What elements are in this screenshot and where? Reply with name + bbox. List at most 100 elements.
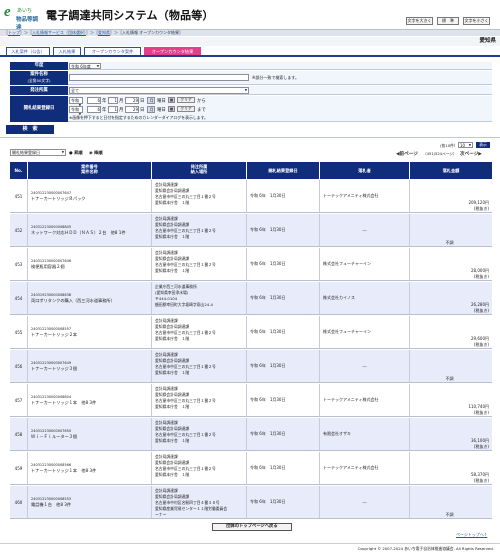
tab-nyusatsu-anken[interactable]: 入札案件（公告） bbox=[6, 47, 50, 55]
anken-name-link[interactable]: Ｗｉ－Ｆｉルーター３個 bbox=[31, 434, 77, 440]
year-label: 年度 bbox=[10, 62, 68, 70]
cell-hatchu: 会計局調達課 愛知県会計局調達課 名古屋市中区三の丸三丁目１番２号 愛知県本庁舎 １階 bbox=[152, 384, 247, 417]
tab-open-counter-kekka[interactable]: オープンカウンタ結果 bbox=[144, 47, 201, 55]
th-date: 開札結果登録日 bbox=[247, 162, 320, 179]
sort-desc-radio[interactable]: ◉ 降順 bbox=[89, 150, 103, 156]
cell-date: 令和 6年 1月30日 bbox=[247, 180, 320, 212]
cell-date: 令和 6年 1月30日 bbox=[247, 384, 320, 416]
site-logo[interactable]: e あいち 物品等調達 bbox=[4, 5, 42, 32]
name-input[interactable] bbox=[69, 74, 249, 81]
anken-number: 240319230000008638 bbox=[31, 292, 72, 297]
search-button[interactable]: 検 索 bbox=[6, 125, 54, 134]
cell-price: 36,100円 (税抜き) bbox=[410, 418, 492, 450]
th-winner: 落札者 bbox=[320, 162, 410, 179]
cell-date: 令和 6年 1月30日 bbox=[247, 282, 320, 314]
to-clear-button[interactable]: クリア bbox=[177, 106, 195, 112]
cell-price: 不調 bbox=[410, 486, 492, 518]
tab-open-counter-anken[interactable]: オープンカウンタ案件 bbox=[84, 47, 141, 55]
tax-note: (税抜き) bbox=[473, 206, 489, 211]
cell-hatchu: 会計局調達課 愛知県会計局調達課 名古屋市中区三の丸三丁目１番２号 愛知県本庁舎 １階 bbox=[152, 418, 247, 451]
anken-name-link[interactable]: ネットワーク対応ＨＤＤ（ＮＡＳ）２台 他8 1件 bbox=[31, 230, 126, 236]
rakusatsu-kingaku: 不調 bbox=[445, 240, 454, 245]
anken-name-link[interactable]: トナーカートリッジＢパック bbox=[31, 196, 85, 202]
rakusatsu-sha: 株式会社カイノス bbox=[323, 295, 355, 300]
page-top-link[interactable]: ページトップへ↑ bbox=[456, 532, 487, 538]
next-page-label: 次ページ bbox=[460, 152, 479, 157]
to-month-input[interactable]: 1 bbox=[108, 106, 118, 113]
cell-no: 458 bbox=[10, 418, 28, 450]
per-page-button[interactable]: 表示 bbox=[476, 142, 490, 148]
to-year-unit: 年 bbox=[102, 108, 107, 113]
rakusatsu-kingaku: 不調 bbox=[445, 376, 454, 381]
cell-anken: 240312230000007649 トナーカートリッジ３個 bbox=[28, 350, 152, 382]
from-month-input[interactable]: 1 bbox=[108, 97, 118, 104]
to-day-input[interactable]: 29 bbox=[125, 106, 139, 113]
cell-anken: 240312230000008566 トナーカートリッジ１本 他8 3件 bbox=[28, 452, 152, 484]
kaisatsu-date: 令和 6年 1月30日 bbox=[250, 227, 286, 232]
anken-name-link[interactable]: トナーカートリッジ３個 bbox=[31, 366, 77, 372]
breadcrumb-top[interactable]: トップ bbox=[8, 30, 20, 35]
kaisatsu-date: 令和 6年 1月30日 bbox=[250, 363, 286, 368]
cell-hatchu: 会計局調達課 愛知県会計局調達課 名古屋市中区三の丸三丁目１番２号 愛知県本庁舎 １階 bbox=[152, 316, 247, 349]
hatchu-line: ーナー bbox=[155, 512, 167, 517]
from-clear-button[interactable]: クリア bbox=[177, 97, 195, 103]
anken-number: 240312230000008553 bbox=[31, 496, 72, 501]
anken-name-link[interactable]: 電話機１台 他8 3件 bbox=[31, 502, 71, 508]
to-era-select[interactable]: 令和 bbox=[69, 106, 83, 113]
font-small-button[interactable]: 文字を小さく bbox=[463, 17, 490, 25]
font-standard-button[interactable]: 標 準 bbox=[437, 17, 459, 25]
next-page-link[interactable]: 次ページ▶ bbox=[460, 151, 482, 157]
kaisatsu-date: 令和 6年 1月30日 bbox=[250, 329, 286, 334]
cell-date: 令和 6年 1月30日 bbox=[247, 486, 320, 518]
from-day-unit: 日 bbox=[140, 99, 145, 104]
from-sep: から bbox=[197, 99, 206, 104]
to-year-input[interactable]: 6 bbox=[87, 106, 101, 113]
year-select[interactable]: 令和 6年度 bbox=[69, 62, 101, 69]
kaisatsu-date: 令和 6年 1月30日 bbox=[250, 261, 286, 266]
row-no: 457 bbox=[14, 397, 23, 403]
table-row: 456 240312230000007649 トナーカートリッジ３個 会計局調達課 愛知… bbox=[10, 350, 492, 383]
per-page-total: (各10件） bbox=[440, 143, 458, 148]
font-large-button[interactable]: 文字を大きく bbox=[406, 17, 433, 25]
from-era-select[interactable]: 令和 bbox=[69, 97, 83, 104]
prev-page-link[interactable]: ◀前ページ bbox=[396, 151, 418, 157]
rakusatsu-kingaku: 不調 bbox=[445, 512, 454, 517]
per-page-select[interactable]: 10 bbox=[458, 142, 473, 148]
dept-select[interactable]: 全て bbox=[69, 87, 249, 94]
sort-field-select[interactable]: 開札結果登録日 bbox=[10, 149, 66, 156]
anken-name-link[interactable]: トナーカートリッジ１本 他8 3件 bbox=[31, 400, 96, 406]
breadcrumb-service[interactable]: 入札情報サービス（団体選択） bbox=[32, 30, 86, 35]
th-anken: 案件番号 案件名称 bbox=[28, 162, 152, 179]
cell-anken: 240312230000007647 トナーカートリッジＢパック bbox=[28, 180, 152, 212]
hatchu-line: 愛知県本庁舎 １階 bbox=[155, 370, 190, 375]
kaisatsu-date: 令和 6年 1月30日 bbox=[250, 431, 286, 436]
anken-name-link[interactable]: トナーカートリッジ１本 他8 3件 bbox=[31, 468, 96, 474]
hatchu-line: 愛知県本庁舎 １階 bbox=[155, 234, 190, 239]
from-day-input[interactable]: 29 bbox=[125, 97, 139, 104]
rakusatsu-sha: --- bbox=[362, 363, 367, 369]
to-sep: まで bbox=[197, 108, 206, 113]
sort-asc-radio[interactable]: ● 昇順 bbox=[69, 150, 83, 156]
anken-name-link[interactable]: 両口ポリタンクの購入（西三河水道事務所） bbox=[31, 298, 115, 304]
row-no: 451 bbox=[14, 193, 23, 199]
anken-number: 240312230000007647 bbox=[31, 190, 72, 195]
to-calendar-icon[interactable]: ▦ bbox=[168, 106, 175, 112]
anken-number: 240312230000008557 bbox=[31, 326, 72, 331]
name-hint: ※部分一致で検索します。 bbox=[252, 75, 299, 80]
from-calendar-icon[interactable]: ▦ bbox=[168, 97, 175, 103]
anken-name-link[interactable]: 検便瓶用容器２個 bbox=[31, 264, 65, 270]
page-top-label: ページトップへ bbox=[456, 532, 484, 537]
anken-name-link[interactable]: トナーカートリッジ２本 bbox=[31, 332, 77, 338]
tab-nyusatsu-kekka[interactable]: 入札結果 bbox=[53, 47, 81, 55]
back-to-top-button[interactable]: 団体のトップページへ戻る bbox=[212, 523, 292, 531]
hatchu-line: 額田郡幸田町大字坂崎字雨山24-4 bbox=[155, 302, 213, 307]
table-row: 458 240312230000007650 Ｗｉ－Ｆｉルーター３個 会計局調達課 愛知… bbox=[10, 418, 492, 451]
date-label: 開札結果登録日 bbox=[10, 96, 68, 122]
to-dow-suffix: 曜日 bbox=[157, 108, 166, 113]
cell-winner: --- bbox=[320, 350, 410, 382]
from-year-input[interactable]: 6 bbox=[87, 97, 101, 104]
breadcrumb-pref[interactable]: 愛知県 bbox=[98, 30, 110, 35]
anken-number: 240312230000007649 bbox=[31, 360, 72, 365]
cell-hatchu: 会計局調達課 愛知県会計局調達課 名古屋市中区三の丸三丁目１番２号 愛知県本庁舎 １階 bbox=[152, 180, 247, 213]
cell-price: 209,120円 (税抜き) bbox=[410, 180, 492, 212]
